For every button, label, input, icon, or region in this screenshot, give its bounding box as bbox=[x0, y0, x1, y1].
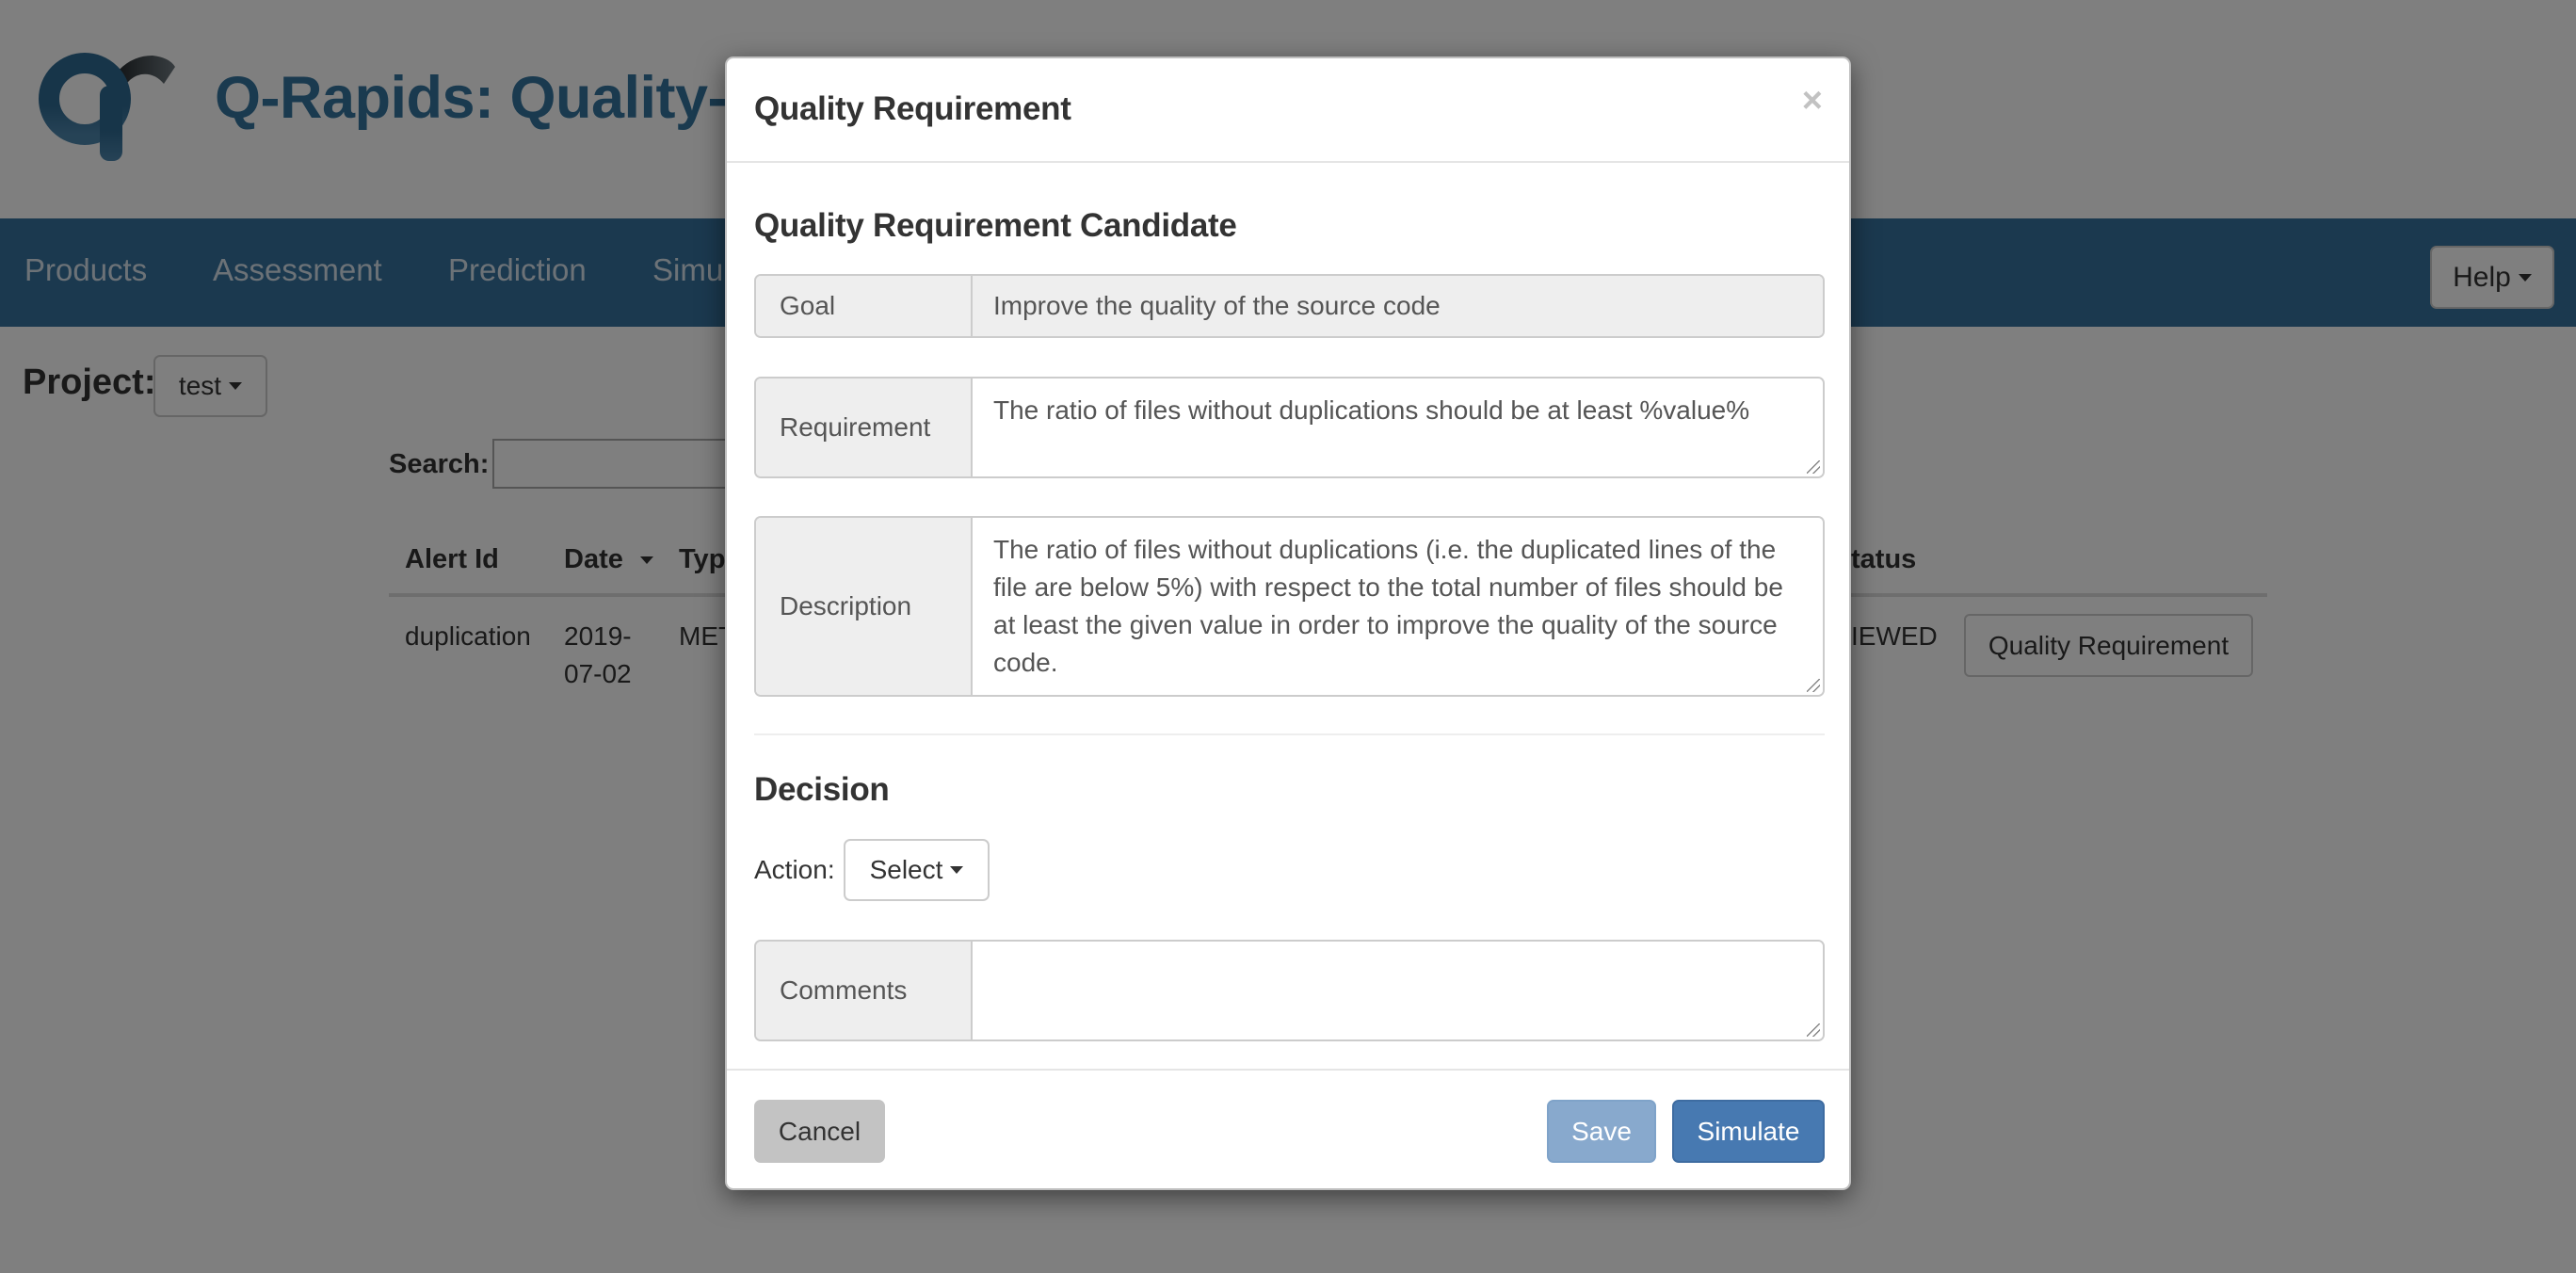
caret-down-icon bbox=[950, 866, 964, 874]
description-textarea[interactable]: The ratio of files without duplications … bbox=[973, 518, 1823, 695]
resize-handle-icon[interactable] bbox=[1807, 679, 1820, 692]
cancel-button[interactable]: Cancel bbox=[754, 1100, 885, 1163]
comments-textarea[interactable] bbox=[973, 942, 1823, 1039]
requirement-label: Requirement bbox=[756, 379, 973, 476]
modal-header-divider bbox=[727, 161, 1849, 163]
description-text: The ratio of files without duplications … bbox=[993, 535, 1783, 677]
goal-field-group: Goal Improve the quality of the source c… bbox=[754, 274, 1825, 338]
requirement-textarea[interactable]: The ratio of files without duplications … bbox=[973, 379, 1823, 476]
description-field-group: Description The ratio of files without d… bbox=[754, 516, 1825, 697]
requirement-field-group: Requirement The ratio of files without d… bbox=[754, 377, 1825, 478]
goal-field: Improve the quality of the source code bbox=[973, 276, 1823, 336]
decision-heading: Decision bbox=[754, 771, 890, 808]
close-icon[interactable]: × bbox=[1802, 81, 1823, 121]
comments-field-group: Comments bbox=[754, 940, 1825, 1041]
modal-footer-divider bbox=[727, 1069, 1849, 1071]
resize-handle-icon[interactable] bbox=[1807, 1023, 1820, 1037]
section-divider bbox=[754, 733, 1825, 735]
resize-handle-icon[interactable] bbox=[1807, 460, 1820, 474]
modal-title: Quality Requirement bbox=[754, 90, 1071, 127]
requirement-text: The ratio of files without duplications … bbox=[993, 395, 1750, 425]
quality-requirement-modal: Quality Requirement × Quality Requiremen… bbox=[725, 56, 1851, 1190]
save-button[interactable]: Save bbox=[1547, 1100, 1656, 1163]
candidate-heading: Quality Requirement Candidate bbox=[754, 207, 1237, 244]
simulate-button[interactable]: Simulate bbox=[1672, 1100, 1825, 1163]
goal-label: Goal bbox=[756, 276, 973, 336]
action-selected: Select bbox=[869, 855, 943, 884]
action-select-dropdown[interactable]: Select bbox=[844, 839, 990, 901]
comments-label: Comments bbox=[756, 942, 973, 1039]
description-label: Description bbox=[756, 518, 973, 695]
action-label: Action: bbox=[754, 855, 835, 884]
